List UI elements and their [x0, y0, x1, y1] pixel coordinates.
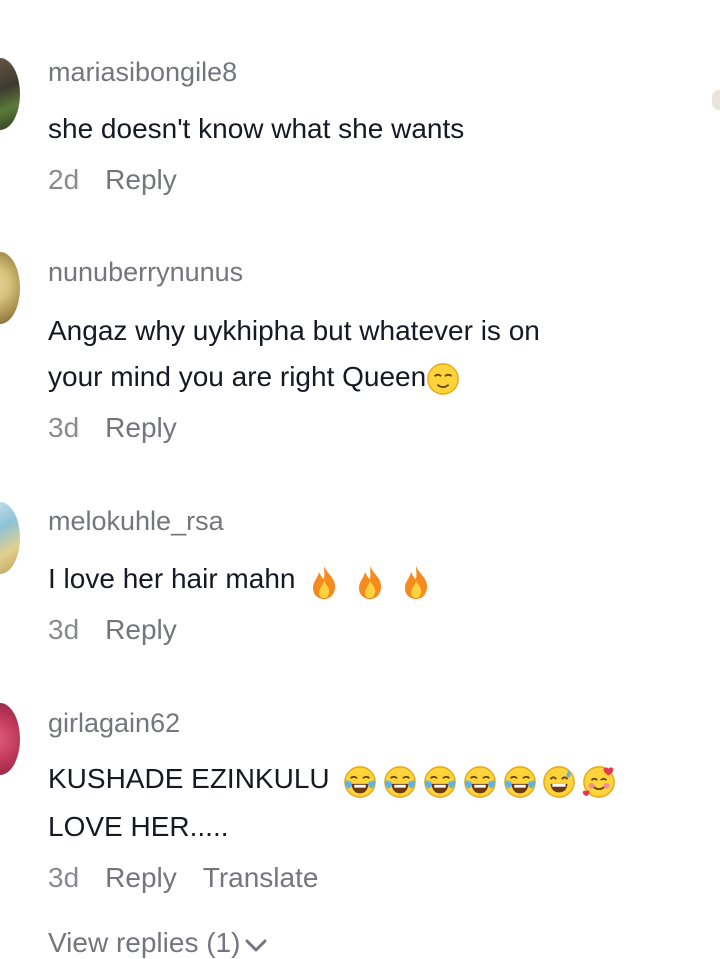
reply-button[interactable]: Reply: [105, 164, 177, 195]
comment-text: KUSHADE EZINKULU LOVE HER.....: [48, 756, 668, 850]
comment-text-fragment: KUSHADE EZINKULU: [48, 763, 330, 794]
reply-button[interactable]: Reply: [105, 412, 177, 443]
comment-text-line: LOVE HER.....: [48, 810, 229, 842]
face-with-tears-of-joy-emoji: [384, 766, 417, 799]
comment-meta: 3d Reply Translate: [48, 862, 318, 894]
smiling-face-with-hearts-emoji: [582, 766, 615, 799]
avatar[interactable]: [712, 90, 720, 110]
comment-username[interactable]: girlagain62: [48, 708, 180, 739]
comment-time: 3d: [48, 862, 80, 893]
comment-text: she doesn't know what she wants: [48, 113, 465, 144]
grinning-face-with-sweat-emoji: [543, 766, 576, 799]
comment-text-line: Angaz why uykhipha but whatever is on: [48, 315, 540, 346]
comment-text: I love her hair mahn: [48, 556, 668, 604]
comment-time: 2d: [48, 164, 80, 195]
translate-button[interactable]: Translate: [203, 862, 319, 893]
face-with-tears-of-joy-emoji: [503, 766, 536, 799]
comment-text: Angaz why uykhipha but whatever is on yo…: [48, 308, 668, 400]
face-with-tears-of-joy-emoji: [424, 766, 456, 799]
comment-meta: 3d Reply: [48, 412, 203, 444]
reply-button[interactable]: Reply: [105, 862, 177, 893]
face-with-tears-of-joy-emoji: [344, 766, 377, 799]
avatar[interactable]: [0, 703, 20, 775]
comment-text-line: your mind you are right Queen: [48, 354, 668, 400]
chevron-down-icon: [245, 939, 267, 952]
fire-emoji: [404, 566, 427, 600]
comment-text-fragment: your mind you are right Queen: [48, 361, 427, 392]
comment-time: 3d: [48, 412, 80, 443]
relieved-face-emoji: [427, 362, 460, 395]
reply-button[interactable]: Reply: [105, 614, 177, 645]
comment-meta: 2d Reply: [48, 164, 203, 196]
fire-emoji: [359, 566, 382, 600]
view-replies-button[interactable]: View replies (1): [48, 927, 268, 959]
emoji-group: [309, 558, 439, 604]
comment-time: 3d: [48, 614, 80, 645]
comment-username[interactable]: nunuberrynunus: [48, 257, 243, 288]
comment-username[interactable]: melokuhle_rsa: [48, 506, 224, 537]
comment-text-line: KUSHADE EZINKULU: [48, 756, 668, 804]
emoji-group: [343, 758, 615, 804]
comment-username[interactable]: mariasibongile8: [48, 57, 237, 88]
avatar[interactable]: [0, 252, 20, 324]
comment-meta: 3d Reply: [48, 614, 203, 646]
fire-emoji: [313, 566, 336, 600]
view-replies-label: View replies (1): [48, 927, 241, 958]
face-with-tears-of-joy-emoji: [463, 766, 496, 799]
avatar[interactable]: [0, 502, 20, 574]
avatar[interactable]: [0, 58, 20, 130]
comment-text-fragment: I love her hair mahn: [48, 563, 296, 594]
